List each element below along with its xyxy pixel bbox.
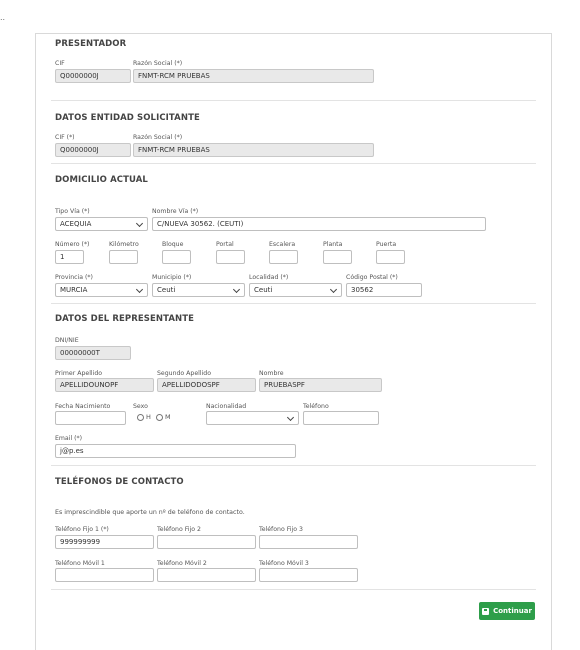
dni-field: 00000000T [55,346,131,360]
divider [51,303,536,304]
movil2-label: Teléfono Móvil 2 [157,560,207,567]
dni-label: DNI/NIE [55,337,79,344]
telefono-input[interactable] [303,411,379,425]
email-input[interactable]: j@p.es [55,444,296,458]
numero-label: Número (*) [55,241,90,248]
divider [51,589,536,590]
portal-input[interactable] [216,250,245,264]
section-heading-telefonos: TELÉFONOS DE CONTACTO [55,477,184,487]
fijo1-input[interactable]: 999999999 [55,535,154,549]
municipio-select[interactable]: Ceuti [152,283,245,297]
divider [51,465,536,466]
localidad-select[interactable]: Ceuti [249,283,342,297]
nacionalidad-label: Nacionalidad [206,403,247,410]
nombre-field: PRUEBASPF [259,378,382,392]
fijo1-label: Teléfono Fijo 1 (*) [55,526,109,533]
top-bar: .. [0,0,580,33]
nombre-via-label: Nombre Vía (*) [152,208,199,215]
fijo2-input[interactable] [157,535,256,549]
numero-input[interactable]: 1 [55,250,84,264]
portal-label: Portal [216,241,234,248]
nombre-via-input[interactable]: C/NUEVA 30562. (CEUTI) [152,217,486,231]
kilometro-label: Kilómetro [109,241,139,248]
tipo-via-select[interactable]: ACEQUIA [55,217,148,231]
fecha-nacimiento-label: Fecha Nacimiento [55,403,111,410]
provincia-label: Provincia (*) [55,274,93,281]
puerta-input[interactable] [376,250,405,264]
codigo-postal-input[interactable]: 30562 [346,283,422,297]
divider [51,100,536,101]
sexo-h-radio[interactable] [137,414,144,421]
solicitante-razon-label: Razón Social (*) [133,134,183,141]
movil2-input[interactable] [157,568,256,582]
top-bar-dots: .. [0,13,6,22]
provincia-select[interactable]: MURCIA [55,283,148,297]
tipo-via-label: Tipo Vía (*) [55,208,90,215]
bloque-input[interactable] [162,250,191,264]
movil3-label: Teléfono Móvil 3 [259,560,309,567]
section-heading-solicitante: DATOS ENTIDAD SOLICITANTE [55,113,200,123]
kilometro-input[interactable] [109,250,138,264]
form-panel: PRESENTADOR CIF Q0000000J Razón Social (… [35,33,552,650]
fecha-nacimiento-input[interactable] [55,411,126,425]
escalera-label: Escalera [269,241,296,248]
presentador-razon-field: FNMT-RCM PRUEBAS [133,69,374,83]
presentador-cif-label: CIF [55,60,65,67]
fijo2-label: Teléfono Fijo 2 [157,526,201,533]
solicitante-cif-field: Q0000000J [55,143,131,157]
fijo3-label: Teléfono Fijo 3 [259,526,303,533]
fijo3-input[interactable] [259,535,358,549]
municipio-label: Municipio (*) [152,274,192,281]
movil1-input[interactable] [55,568,154,582]
localidad-label: Localidad (*) [249,274,289,281]
sexo-h-label: H [146,413,151,421]
divider [51,163,536,164]
bloque-label: Bloque [162,241,184,248]
section-heading-domicilio: DOMICILIO ACTUAL [55,175,148,185]
continuar-button[interactable]: Continuar [479,602,535,620]
primer-apellido-label: Primer Apellido [55,370,103,377]
continuar-label: Continuar [493,607,532,615]
movil3-input[interactable] [259,568,358,582]
telefonos-note: Es imprescindible que aporte un nº de te… [55,509,245,516]
email-label: Email (*) [55,435,83,442]
planta-label: Planta [323,241,343,248]
escalera-input[interactable] [269,250,298,264]
planta-input[interactable] [323,250,352,264]
sexo-m-label: M [165,413,171,421]
presentador-razon-label: Razón Social (*) [133,60,183,67]
section-heading-representante: DATOS DEL REPRESENTANTE [55,314,195,324]
segundo-apellido-label: Segundo Apellido [157,370,212,377]
nacionalidad-select[interactable] [206,411,299,425]
primer-apellido-field: APELLIDOUNOPF [55,378,154,392]
movil1-label: Teléfono Móvil 1 [55,560,105,567]
puerta-label: Puerta [376,241,397,248]
sexo-m-radio[interactable] [156,414,163,421]
solicitante-razon-field: FNMT-RCM PRUEBAS [133,143,374,157]
section-heading-presentador: PRESENTADOR [55,39,127,49]
telefono-label: Teléfono [303,403,329,410]
presentador-cif-field: Q0000000J [55,69,131,83]
nombre-label: Nombre [259,370,284,377]
sexo-label: Sexo [133,403,148,410]
segundo-apellido-field: APELLIDODOSPF [157,378,256,392]
solicitante-cif-label: CIF (*) [55,134,75,141]
save-icon [482,607,490,615]
codigo-postal-label: Código Postal (*) [346,274,398,281]
